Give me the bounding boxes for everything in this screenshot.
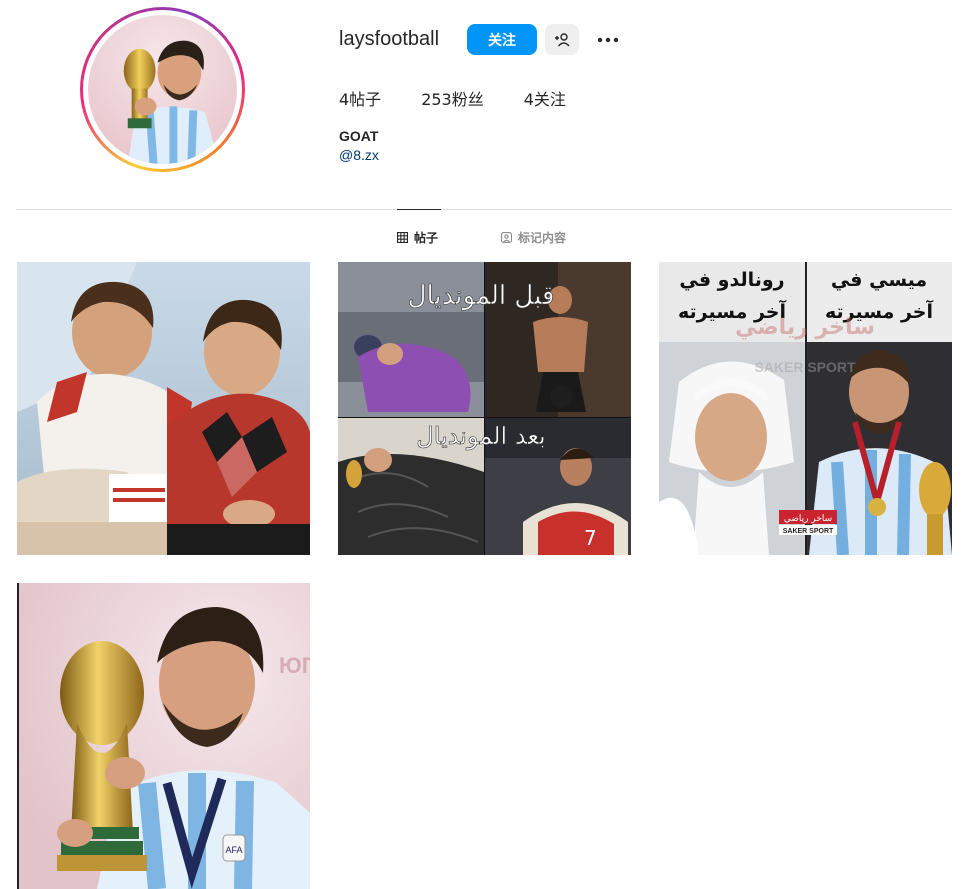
- profile-avatar[interactable]: [80, 7, 245, 172]
- crest-text: AFA: [225, 845, 242, 855]
- tab-posts[interactable]: 帖子: [397, 229, 438, 246]
- background-banner-text: ЮП: [279, 653, 310, 678]
- caption-before-world-cup: قبل المونديال: [408, 281, 555, 311]
- more-icon: [597, 37, 619, 42]
- profile-stats: 4帖子 253粉丝 4关注: [339, 86, 606, 110]
- tab-posts-label: 帖子: [414, 231, 439, 245]
- post-image-trophy-kiss: ЮП AFA: [17, 583, 310, 889]
- tagged-icon: [501, 232, 512, 243]
- tabs-divider: [16, 209, 952, 210]
- bio-mention-link[interactable]: @8.zx: [339, 147, 379, 163]
- active-tab-indicator: [397, 209, 441, 210]
- caption-left-title: رونالدو في: [679, 269, 784, 291]
- avatar-image: [88, 15, 237, 164]
- watermark-english: SAKER SPORT: [754, 359, 856, 375]
- tab-tagged-label: 标记内容: [518, 231, 567, 245]
- post-tile-2[interactable]: 7 قبل المونديال بعد المونديال: [338, 262, 631, 555]
- post-image-childhood: [17, 262, 310, 555]
- post-tile-1[interactable]: [17, 262, 310, 555]
- badge-english: SAKER SPORT: [783, 528, 834, 535]
- post-tile-3[interactable]: رونالدو في آخر مسيرته ميسي في آخر مسيرته…: [659, 262, 952, 555]
- caption-right-title: ميسي في: [831, 269, 927, 291]
- follow-button[interactable]: 关注: [467, 24, 537, 55]
- watermark-arabic: ساخر رياضي: [735, 315, 875, 340]
- more-options-button[interactable]: [592, 24, 624, 55]
- suggested-accounts-button[interactable]: [545, 24, 579, 55]
- tab-tagged[interactable]: 标记内容: [501, 229, 566, 246]
- badge-arabic: ساخر رياضي: [784, 514, 832, 524]
- grid-icon: [397, 232, 408, 243]
- svg-text:7: 7: [584, 526, 597, 550]
- followers-count[interactable]: 253粉丝: [421, 86, 484, 110]
- bio-name: GOAT: [339, 128, 379, 144]
- caption-after-world-cup: بعد المونديال: [416, 422, 545, 450]
- add-person-icon: [555, 32, 570, 46]
- post-image-comparison: رونالدو في آخر مسيرته ميسي في آخر مسيرته…: [659, 262, 952, 555]
- following-count[interactable]: 4关注: [524, 86, 566, 110]
- post-image-before-after-collage: 7 قبل المونديال بعد المونديال: [338, 262, 631, 555]
- profile-username: laysfootball: [339, 28, 440, 50]
- posts-count: 4帖子: [339, 90, 382, 109]
- post-tile-4[interactable]: ЮП AFA: [17, 583, 310, 889]
